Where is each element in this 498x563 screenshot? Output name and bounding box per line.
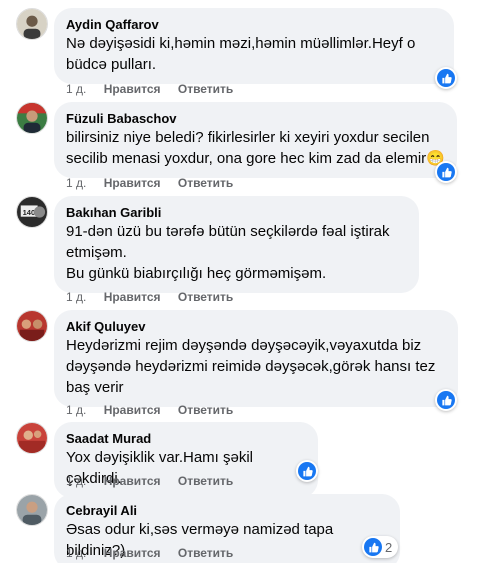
avatar[interactable] <box>16 494 48 526</box>
comment-text: Nə dəyişəsidi ki,həmin məzi,həmin müəlli… <box>66 35 416 73</box>
reply-button[interactable]: Ответить <box>178 545 233 561</box>
comment-author[interactable]: Füzuli Babaschov <box>66 110 445 127</box>
comment-bubble: Bakıhan Garibli 91-dən üzü bu tərəfə büt… <box>54 196 419 293</box>
like-button[interactable]: Нравится <box>104 175 161 191</box>
comment-text: 91-dən üzü bu tərəfə bütün seçkilərdə fə… <box>66 223 390 282</box>
comment-actions: 1 д. Нравится Ответить <box>66 175 247 191</box>
reply-button[interactable]: Ответить <box>178 81 233 97</box>
comment-time[interactable]: 1 д. <box>66 81 86 97</box>
comment-actions: 1 д. Нравится Ответить <box>66 289 247 305</box>
avatar[interactable] <box>16 310 48 342</box>
comment-author[interactable]: Bakıhan Garibli <box>66 204 407 221</box>
comment-actions: 1 д. Нравится Ответить <box>66 545 247 561</box>
avatar[interactable] <box>16 102 48 134</box>
comment-author[interactable]: Akif Quluyev <box>66 318 446 335</box>
comment-actions: 1 д. Нравится Ответить <box>66 402 247 418</box>
comment-time[interactable]: 1 д. <box>66 545 86 561</box>
comment-actions: 1 д. Нравится Ответить <box>66 81 247 97</box>
comment-bubble: Akif Quluyev Heydərizmi rejim dəyşəndə d… <box>54 310 458 407</box>
thumbs-up-icon <box>437 69 455 87</box>
comment-time[interactable]: 1 д. <box>66 473 86 489</box>
reaction-badge[interactable]: 2 <box>362 536 399 558</box>
thumbs-up-icon <box>364 538 382 556</box>
avatar[interactable] <box>16 8 48 40</box>
reaction-badge[interactable] <box>435 161 457 183</box>
comment-author[interactable]: Aydin Qaffarov <box>66 16 442 33</box>
comment-time[interactable]: 1 д. <box>66 289 86 305</box>
like-button[interactable]: Нравится <box>104 402 161 418</box>
reply-button[interactable]: Ответить <box>178 473 233 489</box>
like-button[interactable]: Нравится <box>104 545 161 561</box>
comment-text: bilirsiniz niye beledi? fikirlesirler ki… <box>66 129 445 167</box>
reaction-count: 2 <box>385 539 393 555</box>
thumbs-up-icon <box>298 462 316 480</box>
svg-text:140: 140 <box>23 208 36 217</box>
like-button[interactable]: Нравится <box>104 81 161 97</box>
reply-button[interactable]: Ответить <box>178 175 233 191</box>
comment-text: Heydərizmi rejim dəyşəndə dəyşəcəyik,vəy… <box>66 337 436 396</box>
reply-button[interactable]: Ответить <box>178 402 233 418</box>
reply-button[interactable]: Ответить <box>178 289 233 305</box>
thumbs-up-icon <box>437 391 455 409</box>
comment-time[interactable]: 1 д. <box>66 402 86 418</box>
comment-bubble: Füzuli Babaschov bilirsiniz niye beledi?… <box>54 102 457 178</box>
like-button[interactable]: Нравится <box>104 473 161 489</box>
reaction-badge[interactable] <box>435 389 457 411</box>
like-button[interactable]: Нравится <box>104 289 161 305</box>
reaction-badge[interactable] <box>296 460 318 482</box>
comment-author[interactable]: Cebrayil Ali <box>66 502 388 519</box>
comment-actions: 1 д. Нравится Ответить <box>66 473 247 489</box>
comment-time[interactable]: 1 д. <box>66 175 86 191</box>
avatar[interactable] <box>16 422 48 454</box>
thumbs-up-icon <box>437 163 455 181</box>
reaction-badge[interactable] <box>435 67 457 89</box>
comment-bubble: Aydin Qaffarov Nə dəyişəsidi ki,həmin mə… <box>54 8 454 84</box>
comment-author[interactable]: Saadat Murad <box>66 430 306 447</box>
avatar[interactable]: 140 <box>16 196 48 228</box>
